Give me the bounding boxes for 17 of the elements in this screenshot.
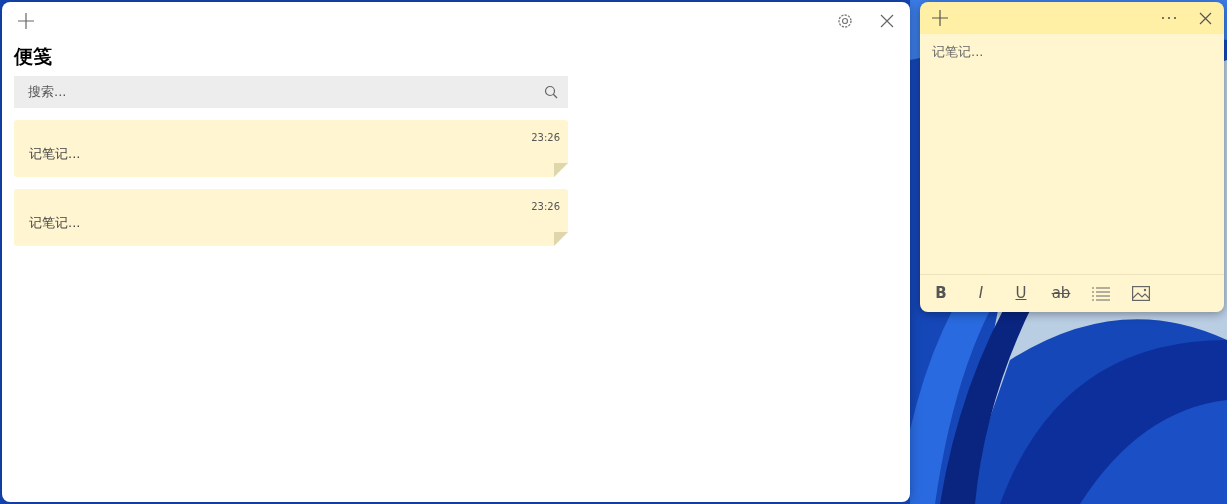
italic-button[interactable]: I xyxy=(966,279,996,308)
underline-button[interactable]: U xyxy=(1006,279,1036,308)
note-editor[interactable]: 记笔记... xyxy=(920,34,1224,274)
strikethrough-button[interactable]: ab xyxy=(1046,279,1076,308)
note-card[interactable]: 23:26 记笔记... xyxy=(14,189,568,246)
bold-button[interactable]: B xyxy=(926,279,956,308)
search-input[interactable]: 搜索... xyxy=(26,81,544,103)
folded-corner-icon xyxy=(554,163,568,177)
window-title: 便笺 xyxy=(14,44,53,68)
note-time: 23:26 xyxy=(531,131,560,145)
note-preview: 记笔记... xyxy=(29,214,81,232)
note-time: 23:26 xyxy=(531,200,560,214)
search-icon xyxy=(544,85,558,99)
search-field[interactable]: 搜索... xyxy=(14,76,568,108)
folded-corner-icon xyxy=(554,232,568,246)
note-preview: 记笔记... xyxy=(29,145,81,163)
note-card[interactable]: 23:26 记笔记... xyxy=(14,120,568,177)
